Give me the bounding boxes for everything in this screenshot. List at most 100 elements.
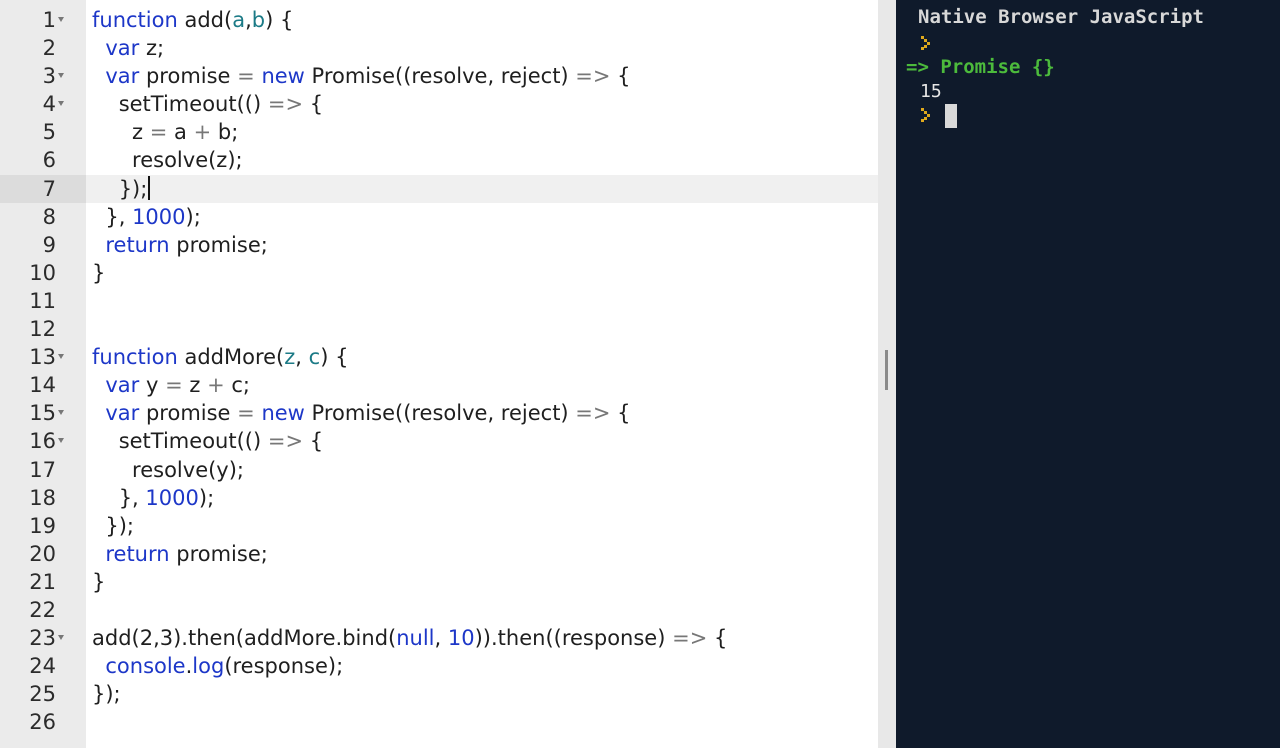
pane-splitter[interactable] (878, 0, 896, 748)
code-text[interactable]: var z; (92, 34, 164, 62)
code-text[interactable]: function add(a,b) { (92, 6, 293, 34)
fold-arrow-icon[interactable] (58, 101, 64, 107)
code-text[interactable]: return promise; (92, 540, 267, 568)
code-text[interactable]: resolve(z); (92, 146, 243, 174)
console-input-cursor[interactable] (945, 104, 957, 128)
fold-arrow-icon[interactable] (58, 635, 64, 641)
code-text[interactable]: function addMore(z, c) { (92, 343, 348, 371)
code-line[interactable]: 19 }); (0, 512, 878, 540)
line-gutter-cell: 10 (0, 259, 86, 287)
code-line[interactable]: 16 setTimeout(() => { (0, 427, 878, 455)
code-text[interactable]: } (92, 568, 105, 596)
code-text[interactable]: }); (92, 512, 134, 540)
code-token: = (237, 64, 255, 89)
line-number: 10 (29, 260, 56, 285)
line-gutter-cell: 12 (0, 315, 86, 343)
code-line[interactable]: 20 return promise; (0, 540, 878, 568)
code-text[interactable]: z = a + b; (92, 118, 238, 146)
code-text[interactable]: } (92, 259, 105, 287)
line-gutter-cell: 23 (0, 624, 86, 652)
code-line[interactable]: 18 }, 1000); (0, 484, 878, 512)
code-token: c; (224, 373, 250, 398)
code-line[interactable]: 14 var y = z + c; (0, 371, 878, 399)
code-line[interactable]: 3 var promise = new Promise((resolve, re… (0, 62, 878, 90)
code-editor[interactable]: 1 function add(a,b) {2 var z; 3 var promis… (0, 0, 878, 748)
line-gutter-cell: 9 (0, 231, 86, 259)
prompt-chevron-icon (921, 108, 930, 122)
code-text[interactable]: console.log(response); (92, 652, 343, 680)
code-line[interactable]: 15 var promise = new Promise((resolve, r… (0, 399, 878, 427)
code-text[interactable]: }, 1000); (92, 484, 214, 512)
fold-arrow-icon[interactable] (58, 410, 64, 416)
code-line[interactable]: 9 return promise; (0, 231, 878, 259)
fold-arrow-icon[interactable] (58, 73, 64, 79)
code-line[interactable]: 5 z = a + b; (0, 118, 878, 146)
code-token: setTimeout(() (92, 429, 268, 454)
code-line[interactable]: 8 }, 1000); (0, 203, 878, 231)
code-token: = (149, 120, 168, 145)
code-line[interactable]: 21} (0, 568, 878, 596)
repl-app: 1 function add(a,b) {2 var z; 3 var promis… (0, 0, 1280, 748)
code-line[interactable]: 12 (0, 315, 878, 343)
code-text[interactable]: setTimeout(() => { (92, 90, 323, 118)
code-text[interactable]: var y = z + c; (92, 371, 250, 399)
code-line[interactable]: 4 setTimeout(() => { (0, 90, 878, 118)
code-text[interactable]: resolve(y); (92, 456, 244, 484)
console-title: Native Browser JavaScript (918, 6, 1204, 28)
line-number: 1 (42, 8, 56, 32)
code-text[interactable]: return promise; (92, 231, 267, 259)
code-line[interactable]: 22 (0, 596, 878, 624)
code-token: c (308, 345, 321, 370)
code-text[interactable]: }); (92, 175, 151, 203)
fold-arrow-icon[interactable] (58, 17, 64, 22)
code-line[interactable]: 23 add(2,3).then(addMore.bind(null, 10)).… (0, 624, 878, 652)
line-gutter-cell: 26 (0, 708, 86, 736)
fold-arrow-icon[interactable] (58, 354, 64, 360)
code-token: => (267, 429, 304, 454)
code-token: y (139, 373, 166, 398)
line-number: 11 (29, 288, 56, 313)
code-line[interactable]: 10} (0, 259, 878, 287)
code-line[interactable]: 2 var z; (0, 34, 878, 62)
line-number: 3 (42, 64, 56, 89)
code-token: log (192, 654, 225, 679)
code-token: => (575, 401, 611, 426)
code-line[interactable]: 6 resolve(z); (0, 146, 878, 174)
code-text[interactable]: add(2,3).then(addMore.bind(null, 10)).th… (92, 624, 727, 652)
code-token: new (261, 401, 305, 426)
code-text[interactable]: var promise = new Promise((resolve, reje… (92, 399, 630, 427)
line-number: 12 (29, 317, 56, 342)
code-token: , (295, 345, 309, 370)
code-line[interactable]: 11 (0, 287, 878, 315)
code-token: function (92, 8, 178, 32)
line-gutter-cell: 3 (0, 62, 86, 90)
fold-arrow-icon[interactable] (58, 438, 64, 444)
code-text[interactable]: setTimeout(() => { (92, 427, 323, 455)
code-line[interactable]: 25}); (0, 680, 878, 708)
code-token: return (105, 541, 170, 566)
code-text[interactable]: }, 1000); (92, 203, 201, 231)
code-token: => (575, 64, 611, 89)
code-line[interactable]: 24 console.log(response); (0, 652, 878, 680)
code-token: 1000 (132, 204, 186, 229)
console-panel[interactable]: Native Browser JavaScript => Promise {} … (896, 0, 1280, 748)
code-line[interactable]: 1 function add(a,b) { (0, 6, 878, 34)
code-line[interactable]: 26 (0, 708, 878, 736)
line-number: 5 (42, 120, 56, 145)
code-token: ); (185, 204, 201, 229)
code-token: , (245, 8, 252, 32)
code-text[interactable]: }); (92, 680, 121, 708)
code-lines: 1 function add(a,b) {2 var z; 3 var promis… (0, 6, 878, 736)
line-gutter-cell: 1 (0, 6, 86, 34)
splitter-grip-handle[interactable] (885, 350, 888, 390)
code-line[interactable]: 13 function addMore(z, c) { (0, 343, 878, 371)
code-text[interactable]: var promise = new Promise((resolve, reje… (92, 62, 630, 90)
line-number: 13 (29, 345, 56, 370)
code-token: function (92, 345, 178, 370)
line-number: 4 (42, 92, 56, 117)
code-token: z (182, 373, 208, 398)
code-line[interactable]: 17 resolve(y); (0, 456, 878, 484)
code-line[interactable]: 7 }); (0, 174, 878, 203)
code-token: var (105, 64, 140, 89)
